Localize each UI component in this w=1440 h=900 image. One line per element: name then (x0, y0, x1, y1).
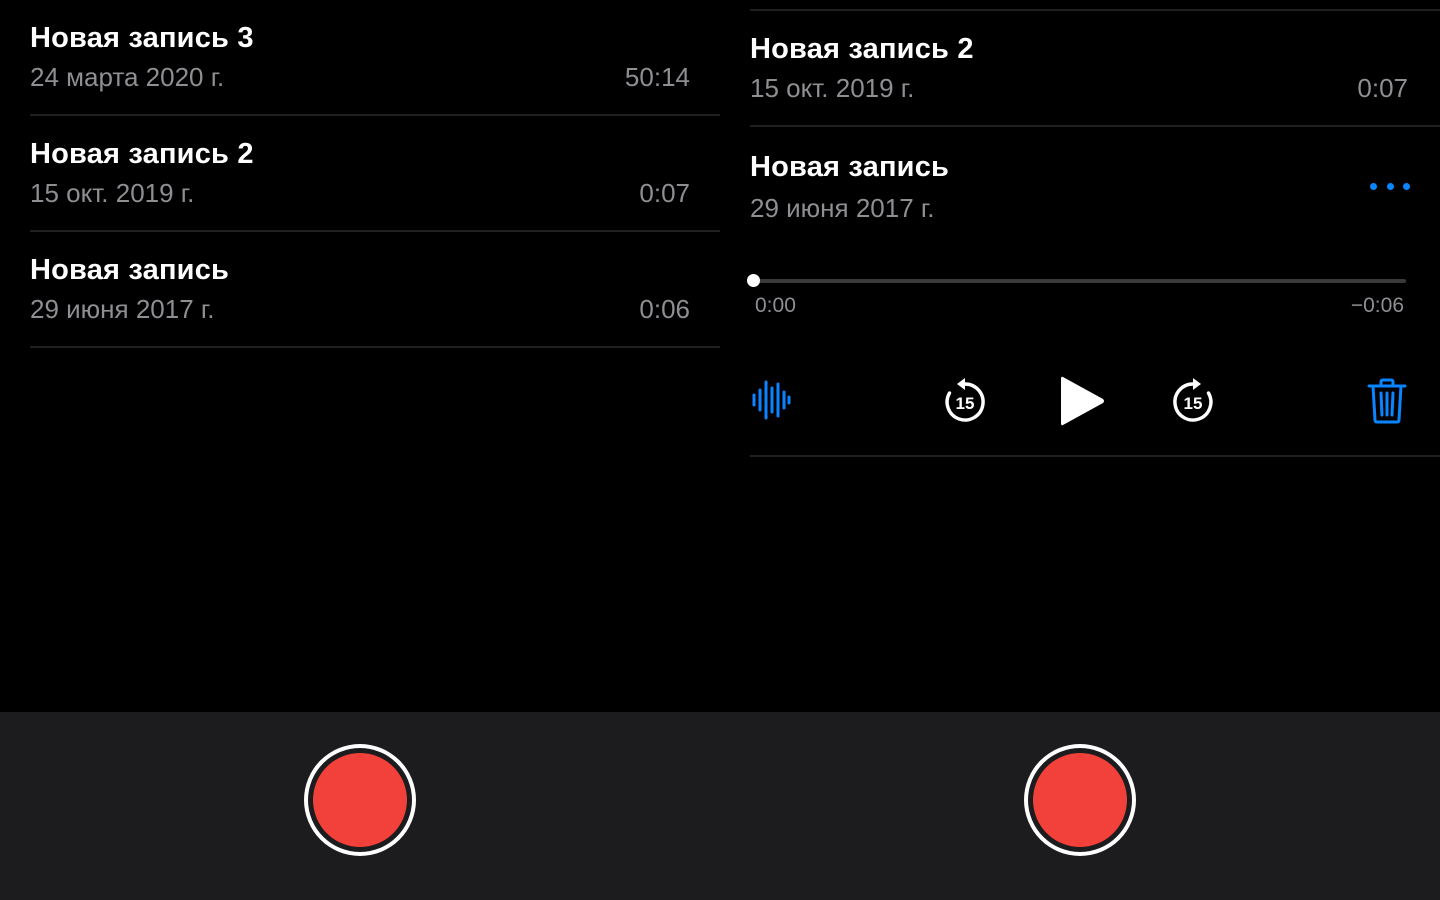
more-dots-icon[interactable] (1370, 177, 1410, 195)
recording-date: 15 окт. 2019 г. (750, 73, 915, 103)
recordings-list: Новая запись 3 24 марта 2020 г. 50:14 Но… (0, 0, 720, 348)
elapsed-time: 0:00 (755, 294, 796, 317)
record-icon (313, 753, 407, 847)
waveform-icon[interactable] (748, 373, 794, 427)
record-icon (1033, 753, 1127, 847)
recording-duration: 0:07 (639, 178, 690, 208)
recording-title: Новая запись 2 (30, 138, 254, 170)
playback-scrubber[interactable] (747, 274, 1406, 287)
recording-date: 24 марта 2020 г. (30, 62, 225, 92)
remaining-time: −0:06 (1350, 294, 1404, 317)
recording-duration: 0:07 (1357, 73, 1408, 103)
expanded-recording: Новая запись 29 июня 2017 г. 0:00 −0:06 (720, 127, 1440, 457)
playback-controls: 15 15 (720, 365, 1440, 437)
recording-title: Новая запись (30, 254, 230, 286)
recording-row[interactable]: Новая запись 2 15 окт. 2019 г. 0:07 (0, 116, 720, 232)
left-panel: Новая запись 3 24 марта 2020 г. 50:14 Но… (0, 0, 720, 900)
play-icon[interactable] (1054, 371, 1110, 431)
recording-row[interactable]: Новая запись 2 15 окт. 2019 г. 0:07 (720, 11, 1440, 127)
recording-row[interactable]: Новая запись 3 24 марта 2020 г. 50:14 (0, 0, 720, 116)
record-button[interactable] (1024, 744, 1136, 856)
recording-row[interactable]: Новая запись 29 июня 2017 г. 0:06 (0, 232, 720, 348)
bottom-bar (0, 712, 720, 900)
record-button[interactable] (304, 744, 416, 856)
bottom-bar (720, 712, 1440, 900)
recording-duration: 0:06 (639, 294, 690, 324)
recording-duration: 50:14 (624, 62, 690, 92)
recording-title: Новая запись 3 (30, 22, 254, 54)
dot (1370, 182, 1377, 190)
trash-icon[interactable] (1366, 375, 1408, 427)
recording-date: 29 июня 2017 г. (30, 294, 215, 324)
skip-forward-15-icon[interactable]: 15 (1168, 377, 1218, 427)
recording-date: 15 окт. 2019 г. (30, 178, 195, 208)
skip-back-15-icon[interactable]: 15 (940, 377, 990, 427)
scrubber-handle[interactable] (747, 274, 760, 287)
skip-forward-label: 15 (1183, 393, 1203, 413)
recording-title: Новая запись 2 (750, 33, 974, 65)
scrubber-track (750, 279, 1406, 283)
dot (1403, 182, 1410, 190)
recording-title[interactable]: Новая запись (750, 151, 949, 184)
voice-memos-screens: Новая запись 3 24 марта 2020 г. 50:14 Но… (0, 0, 1440, 900)
right-panel: Новая запись 2 15 окт. 2019 г. 0:07 Нова… (720, 0, 1440, 900)
skip-back-label: 15 (955, 393, 975, 413)
dot (1386, 182, 1394, 190)
recording-date: 29 июня 2017 г. (750, 193, 935, 223)
